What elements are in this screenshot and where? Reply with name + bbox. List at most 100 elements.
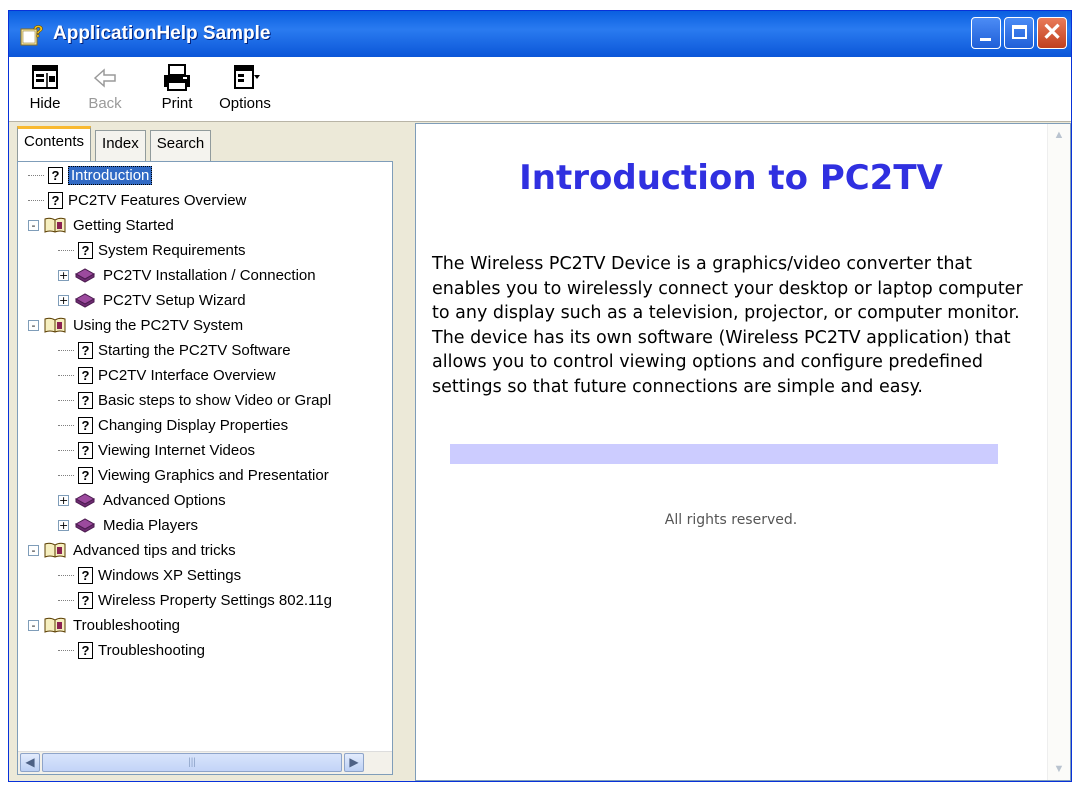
help-page-icon: ? — [78, 416, 93, 434]
scroll-down-icon[interactable]: ▼ — [1050, 760, 1068, 778]
toolbar: Hide Back Print Options — [9, 57, 1071, 122]
closed-book-icon — [73, 516, 97, 534]
scroll-up-icon[interactable]: ▲ — [1050, 126, 1068, 144]
help-page-icon: ? — [78, 591, 93, 609]
tree-item-label: Wireless Property Settings 802.11g — [98, 591, 333, 609]
tree-item-label: Getting Started — [73, 216, 174, 234]
navigation-pane: Contents Index Search ? Introduction? PC2T… — [9, 123, 407, 781]
expand-icon[interactable]: + — [58, 519, 69, 531]
tree-item-label: PC2TV Installation / Connection — [103, 266, 316, 284]
tree-item[interactable]: - Advanced tips and tricks — [28, 539, 236, 561]
scroll-left-button[interactable]: ◀ — [20, 753, 40, 772]
pane-splitter[interactable] — [407, 123, 415, 781]
help-page-icon: ? — [78, 641, 93, 659]
tree-item-label: Introduction — [68, 165, 153, 185]
tree-connector — [58, 399, 74, 401]
vertical-scrollbar[interactable]: ▲ ▼ — [1047, 124, 1070, 780]
tree-item-label: Starting the PC2TV Software — [98, 341, 291, 359]
tab-index[interactable]: Index — [95, 130, 146, 161]
scroll-right-icon: ▶ — [349, 755, 359, 769]
help-page-icon: ? — [78, 341, 93, 359]
open-book-icon — [43, 216, 67, 234]
tree-item[interactable]: ? Introduction — [28, 164, 153, 186]
svg-text:?: ? — [33, 22, 43, 41]
tree-item-label: Changing Display Properties — [98, 416, 289, 434]
tree-item-label: Basic steps to show Video or Grapl — [98, 391, 332, 409]
help-page-icon: ? — [78, 391, 93, 409]
scroll-right-button[interactable]: ▶ — [344, 753, 364, 772]
tree-item[interactable]: ? Starting the PC2TV Software — [58, 339, 291, 361]
tree-item-label: Using the PC2TV System — [73, 316, 244, 334]
tree-item-label: PC2TV Features Overview — [68, 191, 247, 209]
options-button[interactable]: Options — [213, 61, 277, 117]
tree-item[interactable]: ? Basic steps to show Video or Grapl — [58, 389, 331, 411]
help-page-icon: ? — [78, 466, 93, 484]
tree-item[interactable]: ? Viewing Internet Videos — [58, 439, 255, 461]
help-page-icon: ? — [78, 241, 93, 259]
expand-icon[interactable]: + — [58, 494, 69, 506]
print-button[interactable]: Print — [151, 61, 203, 117]
collapse-icon[interactable]: - — [28, 219, 39, 231]
tree-item[interactable]: ? Viewing Graphics and Presentatior — [58, 464, 329, 486]
tree-item[interactable]: ? Changing Display Properties — [58, 414, 288, 436]
topic-body: The Wireless PC2TV Device is a graphics/… — [432, 254, 1023, 397]
tree-item[interactable]: ? Wireless Property Settings 802.11g — [58, 589, 332, 611]
collapse-icon[interactable]: - — [28, 319, 39, 331]
tree-connector — [58, 249, 74, 251]
tree-item[interactable]: + Advanced Options — [58, 489, 226, 511]
back-arrow-icon — [87, 63, 123, 93]
tab-contents[interactable]: Contents — [17, 126, 92, 161]
help-page-icon: ? — [78, 566, 93, 584]
closed-book-icon — [73, 266, 97, 284]
back-button[interactable]: Back — [79, 61, 131, 117]
maximize-icon — [1012, 25, 1027, 39]
tree-item-label: Media Players — [103, 516, 199, 534]
options-icon — [227, 63, 263, 93]
tree-item-label: Advanced Options — [103, 491, 226, 509]
tree-connector — [58, 374, 74, 376]
expand-icon[interactable]: + — [58, 269, 69, 281]
tree-connector — [58, 649, 74, 651]
close-button[interactable]: ✕ — [1037, 17, 1067, 49]
tree-item[interactable]: - Using the PC2TV System — [28, 314, 243, 336]
printer-icon — [159, 63, 195, 93]
open-book-icon — [43, 541, 67, 559]
tree-item[interactable]: + PC2TV Installation / Connection — [58, 264, 316, 286]
help-page-icon: ? — [78, 366, 93, 384]
tree-connector — [58, 349, 74, 351]
options-label: Options — [219, 95, 271, 112]
nav-tabs: Contents Index Search — [17, 126, 215, 161]
minimize-button[interactable] — [971, 17, 1001, 49]
tree-item[interactable]: - Troubleshooting — [28, 614, 180, 636]
title-bar[interactable]: ? ApplicationHelp Sample ✕ — [9, 11, 1071, 57]
tree-item[interactable]: ? PC2TV Features Overview — [28, 189, 246, 211]
hide-label: Hide — [29, 95, 61, 112]
tab-search[interactable]: Search — [149, 130, 212, 161]
collapse-icon[interactable]: - — [28, 544, 39, 556]
tree-item-label: PC2TV Interface Overview — [98, 366, 276, 384]
tree-item[interactable]: - Getting Started — [28, 214, 174, 236]
help-app-icon: ? — [19, 21, 45, 47]
tree-item[interactable]: ? Troubleshooting — [58, 639, 205, 661]
window-title: ApplicationHelp Sample — [53, 23, 271, 44]
contents-tree[interactable]: ? Introduction? PC2TV Features Overview - Ge… — [17, 161, 393, 775]
tree-connector — [58, 424, 74, 426]
tree-item[interactable]: ? PC2TV Interface Overview — [58, 364, 276, 386]
tree-item-label: Advanced tips and tricks — [73, 541, 236, 559]
horizontal-scrollbar[interactable]: ◀ ||| ▶ — [18, 751, 392, 774]
tree-item-label: Troubleshooting — [73, 616, 181, 634]
maximize-button[interactable] — [1004, 17, 1034, 49]
open-book-icon — [43, 616, 67, 634]
tree-item[interactable]: + Media Players — [58, 514, 198, 536]
tree-item[interactable]: ? System Requirements — [58, 239, 246, 261]
expand-icon[interactable]: + — [58, 294, 69, 306]
tree-item[interactable]: ? Windows XP Settings — [58, 564, 241, 586]
help-page-icon: ? — [48, 191, 63, 209]
hide-button[interactable]: Hide — [19, 61, 71, 117]
topic-pane: Introduction to PC2TV The Wireless PC2TV… — [415, 123, 1071, 781]
tree-item[interactable]: + PC2TV Setup Wizard — [58, 289, 246, 311]
scrollbar-thumb[interactable]: ||| — [42, 753, 342, 772]
print-label: Print — [161, 95, 193, 112]
collapse-icon[interactable]: - — [28, 619, 39, 631]
copyright-footer: All rights reserved. — [664, 512, 798, 528]
